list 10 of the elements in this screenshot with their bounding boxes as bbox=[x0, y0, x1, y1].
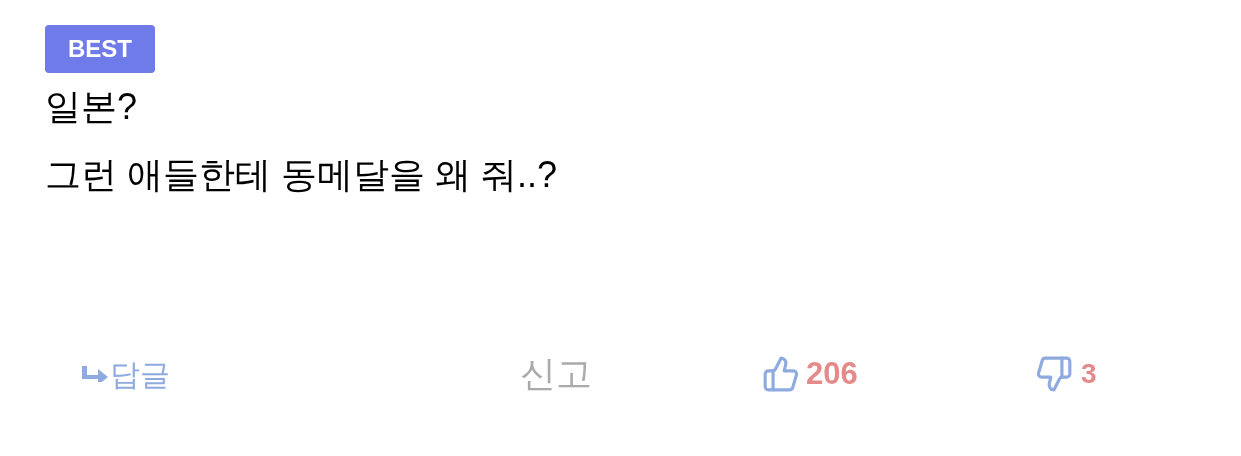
thumbs-down-icon bbox=[1035, 355, 1073, 393]
report-button[interactable]: 신고 bbox=[520, 347, 762, 401]
best-badge: BEST bbox=[45, 25, 155, 73]
dislike-button[interactable]: 3 bbox=[1035, 353, 1097, 395]
like-button[interactable]: 206 bbox=[762, 350, 1035, 398]
reply-button[interactable]: 답글 bbox=[82, 351, 520, 397]
comment-text: 일본? bbox=[45, 85, 139, 129]
thumbs-up-icon bbox=[762, 355, 800, 393]
comment-text: 그런 애들한테 동메달을 왜 줘..? bbox=[45, 153, 559, 197]
reply-arrow-icon bbox=[82, 366, 108, 382]
